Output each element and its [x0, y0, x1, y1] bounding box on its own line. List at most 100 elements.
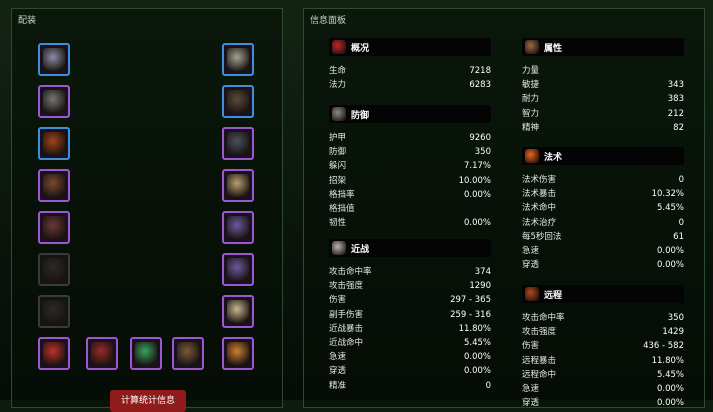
stat-value: 259 - 316 [450, 309, 491, 320]
stat-row: 每5秒回法 61 [522, 230, 684, 244]
stat-label: 防御 [329, 147, 347, 158]
trinket1-slot[interactable] [222, 295, 254, 328]
stat-label: 法术暴击 [522, 189, 557, 200]
shoulder-icon [43, 132, 65, 155]
stat-label: 远程命中 [522, 369, 557, 380]
overview-section-header: 概况 [329, 38, 491, 56]
equipment-panel-title: 配装 [18, 16, 37, 26]
stat-label: 招架 [329, 175, 347, 186]
head-slot[interactable] [38, 43, 70, 76]
ring-icon [227, 216, 249, 239]
finger2-slot[interactable] [222, 253, 254, 286]
stat-value: 343 [667, 80, 684, 91]
mainhand-slot[interactable] [86, 337, 118, 370]
gem-icon [43, 342, 65, 365]
shoulder-slot[interactable] [38, 127, 70, 160]
stat-row: 力量 [522, 64, 684, 78]
stat-row: 格挡率 0.00% [329, 188, 491, 202]
neck-slot[interactable] [38, 85, 70, 118]
stat-label: 耐力 [522, 94, 540, 105]
belt-icon [227, 132, 249, 155]
stat-row: 耐力 383 [522, 92, 684, 106]
gauntlet-icon [227, 48, 249, 71]
waist-slot[interactable] [222, 127, 254, 160]
stat-label: 生命 [329, 66, 347, 76]
stat-label: 急速 [522, 383, 540, 394]
chest-slot[interactable] [38, 211, 70, 244]
trinket2-slot[interactable] [38, 337, 70, 370]
tabard-icon [43, 300, 65, 323]
stat-value: 0.00% [656, 260, 684, 271]
stat-label: 攻击强度 [329, 281, 364, 292]
stat-row: 攻击命中率 374 [329, 265, 491, 279]
stat-row: 精神 82 [522, 121, 684, 135]
stat-label: 近战命中 [329, 337, 364, 348]
info-panel-title: 信息面板 [310, 16, 347, 26]
ranged-slot[interactable] [222, 337, 254, 370]
stat-value: 11.80% [651, 355, 684, 366]
stat-label: 副手伤害 [329, 309, 364, 320]
claw-icon [227, 300, 249, 323]
feet-slot[interactable] [222, 169, 254, 202]
stat-label: 穿透 [522, 398, 540, 409]
stat-value: 350 [667, 313, 684, 323]
tabard-slot[interactable] [38, 295, 70, 328]
attributes-section-title: 属性 [544, 44, 563, 54]
stat-row: 穿透 0.00% [522, 396, 684, 410]
stat-value: 82 [673, 122, 684, 133]
stat-row: 智力 212 [522, 107, 684, 121]
stat-label: 穿透 [522, 260, 540, 271]
stat-row: 格挡值 [329, 202, 491, 216]
stat-label: 急速 [522, 245, 540, 256]
defense-section-header: 防御 [329, 105, 491, 123]
stat-value: 5.45% [656, 203, 684, 214]
stat-row: 敏捷 343 [522, 78, 684, 92]
stat-label: 近战暴击 [329, 323, 364, 334]
wrist-slot[interactable] [172, 337, 204, 370]
calculate-stats-button[interactable]: 计算统计信息 [110, 390, 186, 412]
stat-label: 韧性 [329, 218, 347, 229]
stat-value: 0.00% [656, 383, 684, 394]
melee-section-header: 近战 [329, 239, 491, 257]
back-slot[interactable] [38, 169, 70, 202]
stat-row: 穿透 0.00% [522, 258, 684, 272]
stat-value: 0 [678, 175, 684, 185]
helm-icon [43, 48, 65, 71]
stat-row: 招架 10.00% [329, 174, 491, 188]
stat-value: 0 [678, 217, 684, 228]
overview-section: 概况生命 7218 法力 6283 [329, 38, 491, 92]
stat-label: 法术伤害 [522, 175, 557, 185]
fire-icon [525, 149, 539, 163]
stat-value: 10.00% [458, 175, 491, 186]
finger1-slot[interactable] [222, 211, 254, 244]
stat-row: 攻击强度 1429 [522, 325, 684, 339]
spell-section-title: 法术 [544, 153, 563, 163]
stat-row: 防御 350 [329, 145, 491, 159]
stat-label: 远程暴击 [522, 355, 557, 366]
stat-row: 急速 0.00% [329, 350, 491, 364]
stat-value: 0.00% [463, 189, 491, 200]
ranged-section-title: 远程 [544, 291, 563, 301]
hands-slot[interactable] [222, 43, 254, 76]
stat-row: 副手伤害 259 - 316 [329, 308, 491, 322]
stat-value: 5.45% [656, 369, 684, 380]
stat-value: 1429 [662, 327, 684, 338]
stat-row: 生命 7218 [329, 64, 491, 78]
shirt-slot[interactable] [38, 253, 70, 286]
legs-slot[interactable] [222, 85, 254, 118]
stat-value: 1290 [469, 281, 491, 292]
stat-label: 穿透 [329, 366, 347, 377]
stat-value: 297 - 365 [450, 295, 491, 306]
ranged-section: 远程 攻击命中率 350 攻击强度 1429 伤害 436 - 582 远程暴击 11.80% 远… [522, 285, 684, 410]
offhand-slot[interactable] [130, 337, 162, 370]
stat-row: 法力 6283 [329, 78, 491, 92]
stat-value: 374 [474, 267, 491, 277]
stat-value: 11.80% [458, 323, 491, 334]
stat-label: 攻击命中率 [329, 267, 372, 277]
stat-row: 法术伤害 0 [522, 173, 684, 187]
stat-value: 10.32% [651, 189, 684, 200]
stat-row: 法术命中 5.45% [522, 201, 684, 215]
stat-value: 6283 [469, 80, 491, 91]
stat-value: 7218 [469, 66, 491, 76]
attributes-section-header: 属性 [522, 38, 684, 56]
